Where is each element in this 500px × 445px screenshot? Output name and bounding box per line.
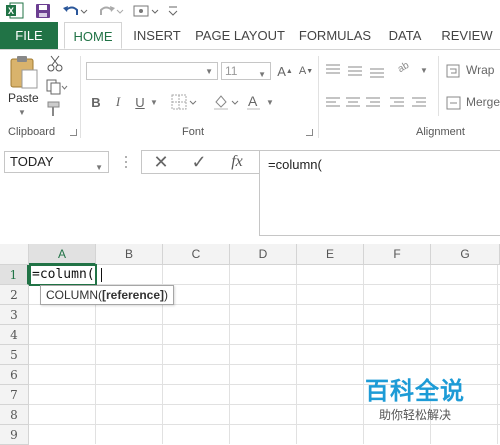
merge-label: Merge <box>466 95 500 109</box>
ribbon-tabs: FILE HOME INSERT PAGE LAYOUT FORMULAS DA… <box>0 22 500 50</box>
borders-icon[interactable] <box>170 93 198 111</box>
column-header[interactable]: E <box>297 244 364 265</box>
active-cell[interactable]: =column( <box>29 264 102 286</box>
italic-button[interactable]: I <box>110 93 126 111</box>
column-header[interactable]: D <box>230 244 297 265</box>
row-header[interactable]: 6 <box>0 365 29 385</box>
excel-logo-icon[interactable]: X <box>6 2 24 19</box>
redo-icon[interactable] <box>98 2 124 19</box>
column-header[interactable]: G <box>431 244 500 265</box>
group-divider <box>438 56 439 116</box>
wrap-text-button[interactable]: Wrap <box>446 62 500 80</box>
group-divider <box>80 56 81 138</box>
save-icon[interactable] <box>34 2 52 19</box>
name-box-value: TODAY <box>10 154 54 169</box>
function-tooltip: COLUMN([reference]) <box>40 285 175 305</box>
font-size-dropdown-icon[interactable]: ▼ <box>258 67 266 83</box>
fill-color-icon[interactable] <box>212 93 240 111</box>
tooltip-close-paren: ) <box>164 288 169 302</box>
formula-input[interactable]: =column( <box>259 150 500 236</box>
svg-text:X: X <box>8 6 14 16</box>
row-header[interactable]: 9 <box>0 425 29 445</box>
group-divider <box>318 56 319 138</box>
grow-font-label: A <box>277 63 286 79</box>
paste-icon[interactable] <box>8 54 40 90</box>
font-color-label: A <box>248 93 258 109</box>
tooltip-function-name: COLUMN( <box>46 288 102 302</box>
font-launcher-icon[interactable] <box>306 129 313 136</box>
tab-page-layout[interactable]: PAGE LAYOUT <box>192 22 288 49</box>
shrink-font-label: A <box>298 65 307 77</box>
font-color-swatch <box>247 108 260 110</box>
horizontal-align-icons[interactable] <box>324 94 434 112</box>
paste-dropdown-icon[interactable]: ▼ <box>18 108 26 117</box>
enter-icon[interactable]: ✓ <box>188 152 210 172</box>
cut-icon[interactable] <box>46 54 64 72</box>
select-all-corner[interactable] <box>0 244 29 265</box>
tab-formulas[interactable]: FORMULAS <box>296 22 374 49</box>
customize-qat-icon[interactable] <box>168 2 178 19</box>
grow-font-button[interactable]: A ▲ <box>276 62 294 80</box>
column-header[interactable]: C <box>163 244 230 265</box>
column-header[interactable]: F <box>364 244 431 265</box>
tab-file[interactable]: FILE <box>0 22 58 49</box>
quick-access-toolbar: X <box>0 0 500 22</box>
font-name-field[interactable]: ▼ <box>86 62 218 80</box>
watermark: 百科全说 助你轻松解决 <box>360 371 470 423</box>
font-color-button[interactable]: A ▼ <box>246 93 276 111</box>
formula-bar-grip-icon[interactable] <box>124 151 128 173</box>
ribbon-home: Paste ▼ Clipboard ▼ 11 ▼ A ▲ A ▼ B I U ▼ A… <box>0 50 500 145</box>
orientation-dropdown-icon[interactable]: ▼ <box>420 66 428 75</box>
paste-button[interactable]: Paste <box>8 91 39 105</box>
format-painter-icon[interactable] <box>46 100 64 118</box>
watermark-subtitle: 助你轻松解决 <box>378 408 451 422</box>
font-group-label: Font <box>182 126 205 138</box>
tab-insert[interactable]: INSERT <box>128 22 186 49</box>
orientation-icon[interactable]: ab ▼ <box>396 60 432 80</box>
alignment-group-label: Alignment <box>416 126 465 138</box>
column-header[interactable]: B <box>96 244 163 265</box>
insert-function-button[interactable]: fx <box>226 152 248 172</box>
undo-icon[interactable] <box>62 2 88 19</box>
font-size-field[interactable]: 11 ▼ <box>221 62 271 80</box>
underline-button[interactable]: U <box>132 93 148 111</box>
column-header[interactable]: A <box>29 244 96 265</box>
tooltip-argument[interactable]: [reference] <box>102 288 164 302</box>
name-box[interactable]: TODAY ▼ <box>4 151 109 173</box>
font-name-dropdown-icon[interactable]: ▼ <box>205 67 213 76</box>
tab-review[interactable]: REVIEW <box>436 22 498 49</box>
text-cursor <box>101 268 102 282</box>
row-header[interactable]: 5 <box>0 345 29 365</box>
row-header[interactable]: 4 <box>0 325 29 345</box>
row-header[interactable]: 1 <box>0 265 29 285</box>
active-cell-text: =column( <box>32 267 95 282</box>
tab-home[interactable]: HOME <box>64 22 122 49</box>
font-color-dropdown-icon[interactable]: ▼ <box>266 98 274 107</box>
row-header[interactable]: 7 <box>0 385 29 405</box>
clipboard-launcher-icon[interactable] <box>70 129 77 136</box>
name-box-dropdown-icon[interactable]: ▼ <box>95 158 103 178</box>
font-size-value: 11 <box>225 64 238 78</box>
wrap-text-label: Wrap <box>466 63 495 77</box>
row-header[interactable]: 8 <box>0 405 29 425</box>
shrink-font-button[interactable]: A ▼ <box>297 62 315 80</box>
underline-dropdown-icon[interactable]: ▼ <box>150 96 158 108</box>
vertical-align-icons[interactable] <box>324 62 388 80</box>
orientation-label: ab <box>395 59 412 76</box>
touch-mode-icon[interactable] <box>132 2 160 19</box>
row-header[interactable]: 2 <box>0 285 29 305</box>
cancel-icon[interactable]: ✕ <box>150 152 172 172</box>
copy-icon[interactable] <box>46 78 68 96</box>
tab-data[interactable]: DATA <box>382 22 428 49</box>
bold-button[interactable]: B <box>88 93 104 111</box>
clipboard-group-label: Clipboard <box>8 126 56 138</box>
watermark-title: 百科全说 <box>365 377 465 405</box>
merge-button[interactable]: Merge <box>446 94 500 112</box>
row-header[interactable]: 3 <box>0 305 29 325</box>
